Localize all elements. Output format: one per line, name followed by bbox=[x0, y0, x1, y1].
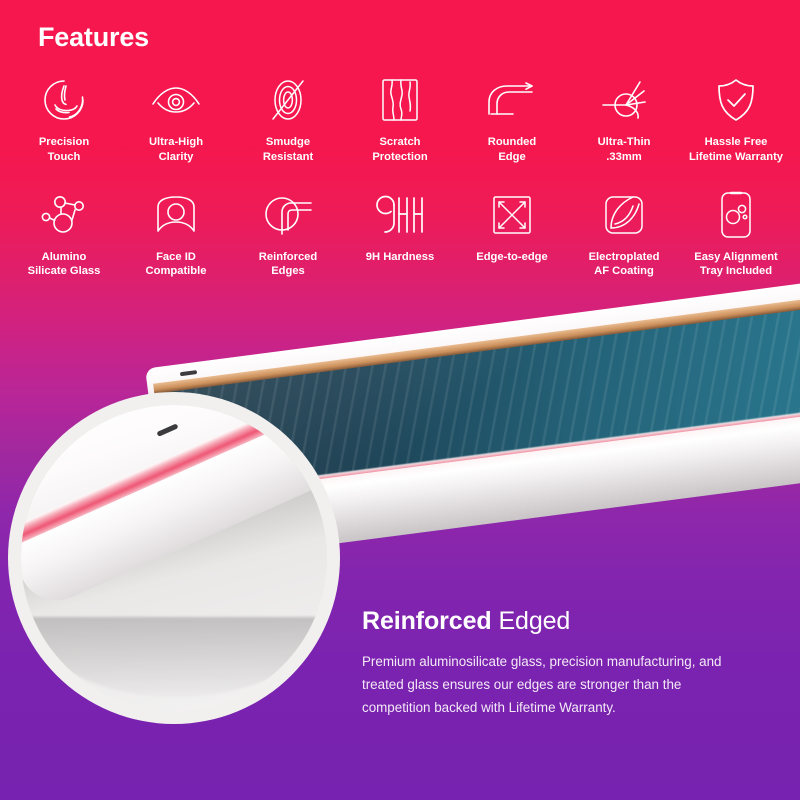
page-title: Features bbox=[38, 22, 149, 52]
feature-label: Scratch Protection bbox=[372, 136, 428, 163]
magnifier-inner bbox=[21, 405, 327, 711]
feature-label: Alumino Silicate Glass bbox=[27, 250, 101, 278]
feature-item-clarity: Ultra-High Clarity bbox=[120, 74, 232, 165]
feature-item-warranty: Hassle Free Lifetime Warranty bbox=[680, 74, 792, 165]
phone-tray-bubbles-icon bbox=[719, 189, 753, 241]
magnified-reflection bbox=[31, 617, 321, 697]
cracked-square-icon bbox=[378, 74, 422, 126]
face-portrait-icon bbox=[154, 189, 198, 241]
copy-title-strong: Reinforced bbox=[362, 607, 492, 635]
peeling-film-icon bbox=[602, 189, 646, 241]
hero-product-image bbox=[0, 277, 800, 800]
feature-item-af-coating: Electroplated AF Coating bbox=[568, 189, 680, 280]
fingerprint-slash-icon bbox=[267, 74, 309, 126]
feature-label: Ultra-Thin .33mm bbox=[597, 136, 651, 163]
eye-icon bbox=[150, 74, 202, 126]
shield-check-icon bbox=[714, 74, 758, 126]
feature-item-precision-touch: Precision Touch bbox=[8, 74, 120, 165]
feature-label: Rounded Edge bbox=[487, 136, 537, 163]
edge-to-edge-square-icon bbox=[490, 189, 534, 241]
caliper-thickness-icon bbox=[600, 74, 648, 126]
feature-item-rounded-edge: Rounded Edge bbox=[456, 74, 568, 165]
feature-item-9h-hardness: 9H Hardness bbox=[344, 189, 456, 280]
copy-block: Reinforced Edged Premium aluminosilicate… bbox=[362, 606, 762, 719]
feature-label: Smudge Resistant bbox=[262, 136, 314, 163]
feature-label: Edge-to-edge bbox=[476, 250, 548, 263]
feature-label: 9H Hardness bbox=[365, 250, 435, 263]
nine-h-hardness-icon bbox=[373, 189, 427, 241]
fingertip-touch-icon bbox=[41, 74, 87, 126]
feature-label: Hassle Free Lifetime Warranty bbox=[688, 136, 784, 163]
feature-item-scratch: Scratch Protection bbox=[344, 74, 456, 165]
copy-body: Premium aluminosilicate glass, precision… bbox=[362, 654, 722, 716]
copy-title-light: Edged bbox=[491, 607, 571, 635]
feature-item-alignment-tray: Easy Alignment Tray Included bbox=[680, 189, 792, 280]
feature-label: Precision Touch bbox=[38, 136, 90, 163]
feature-label: Reinforced Edges bbox=[258, 250, 318, 278]
feature-item-smudge: Smudge Resistant bbox=[232, 74, 344, 165]
molecule-icon bbox=[39, 189, 89, 241]
feature-label: Electroplated AF Coating bbox=[588, 250, 660, 278]
feature-item-ultra-thin: Ultra-Thin .33mm bbox=[568, 74, 680, 165]
feature-item-alumino-silicate: Alumino Silicate Glass bbox=[8, 189, 120, 280]
feature-item-edge-to-edge: Edge-to-edge bbox=[456, 189, 568, 280]
rounded-edge-arrow-icon bbox=[485, 74, 539, 126]
feature-item-reinforced-edges: Reinforced Edges bbox=[232, 189, 344, 280]
feature-label: Easy Alignment Tray Included bbox=[694, 250, 778, 278]
product-feature-banner: Features Precision Touch Ultra-High Clar… bbox=[0, 0, 800, 800]
feature-item-face-id: Face ID Compatible bbox=[120, 189, 232, 280]
feature-label: Ultra-High Clarity bbox=[148, 136, 204, 163]
feature-grid: Precision Touch Ultra-High Clarity Smudg… bbox=[8, 74, 792, 279]
feature-label: Face ID Compatible bbox=[145, 250, 207, 278]
magnifier-circle bbox=[8, 392, 340, 724]
copy-title: Reinforced Edged bbox=[362, 606, 762, 636]
reinforced-corner-icon bbox=[262, 189, 314, 241]
